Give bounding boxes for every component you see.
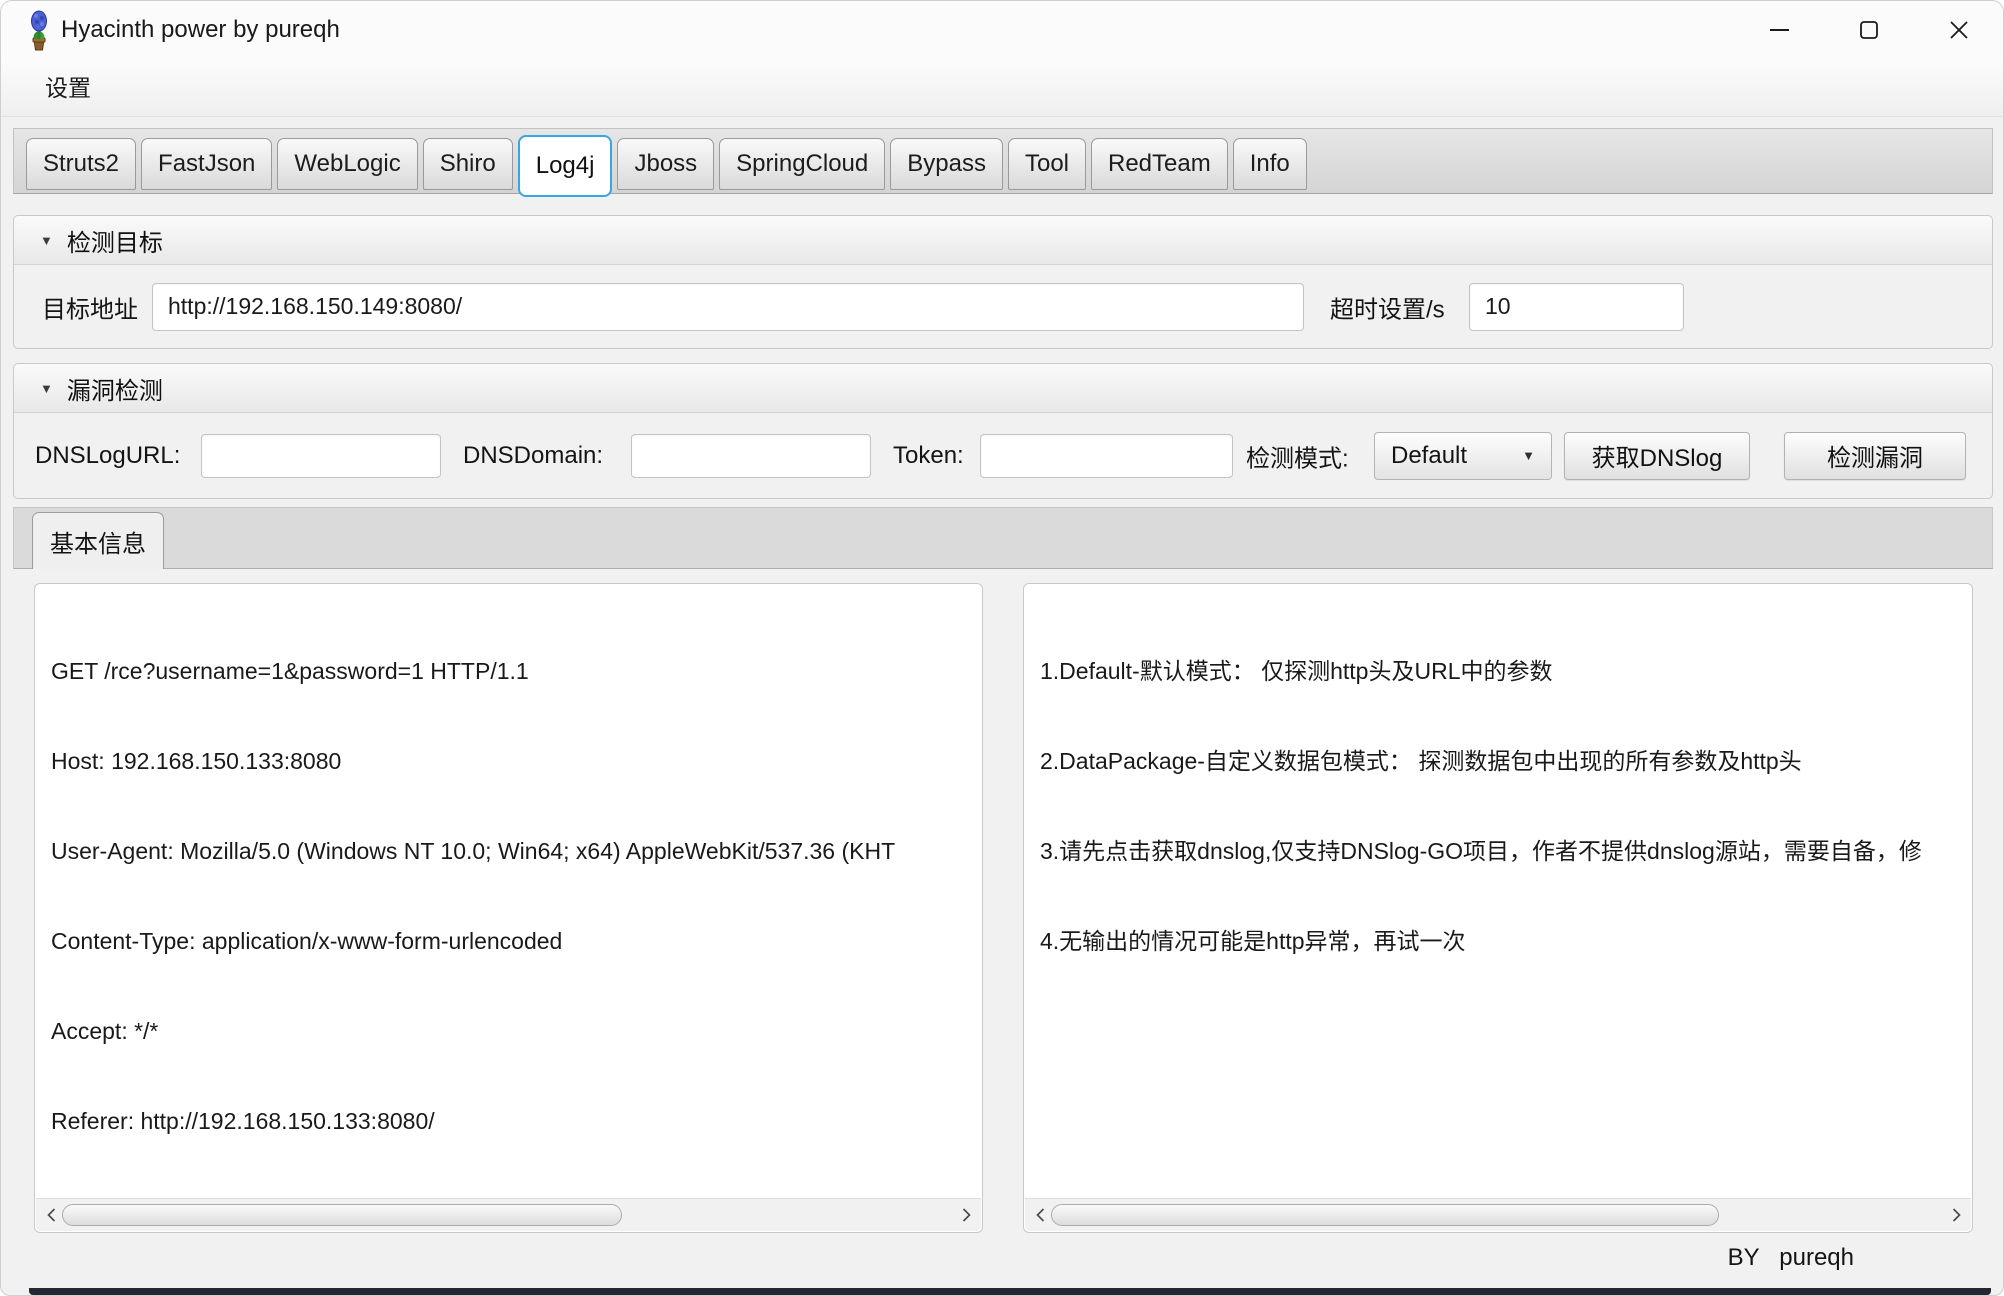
target-address-input[interactable] [152,283,1304,331]
detect-mode-label: 检测模式: [1246,438,1349,473]
request-line: Host: 192.168.150.133:8080 [51,746,978,776]
target-group: ▼ 检测目标 目标地址 超时设置/s [13,215,1993,349]
dnslogurl-input[interactable] [201,434,441,478]
request-text-pane[interactable]: GET /rce?username=1&password=1 HTTP/1.1 … [34,583,983,1233]
vuln-group-body: DNSLogURL: DNSDomain: Token: 检测模式: Defau… [14,413,1992,498]
chevron-left-icon [1035,1207,1046,1223]
titlebar: Hyacinth power by pureqh [1,1,2003,59]
request-text: GET /rce?username=1&password=1 HTTP/1.1 … [51,596,978,1192]
dnslogurl-label: DNSLogURL: [35,442,180,470]
help-text: 1.Default-默认模式： 仅探测http头及URL中的参数 2.DataP… [1040,596,1968,1192]
vuln-group-header[interactable]: ▼ 漏洞检测 [14,364,1992,413]
target-group-title: 检测目标 [67,223,163,258]
collapse-arrow-icon: ▼ [40,233,53,248]
main-tabstrip: Struts2 FastJson WebLogic Shiro Log4j Jb… [13,128,1993,194]
tab-jboss[interactable]: Jboss [617,138,714,190]
chevron-right-icon [961,1207,972,1223]
scroll-right-button[interactable] [951,1199,981,1231]
tab-tool[interactable]: Tool [1008,138,1086,190]
request-line: User-Agent: Mozilla/5.0 (Windows NT 10.0… [51,836,978,866]
minimize-icon [1770,29,1789,31]
chevron-down-icon: ▼ [1522,448,1535,463]
maximize-button[interactable] [1841,1,1897,59]
minimize-button[interactable] [1751,1,1807,59]
help-line: 4.无输出的情况可能是http异常，再试一次 [1040,926,1968,956]
tab-basic-info[interactable]: 基本信息 [32,512,164,569]
menu-item-settings[interactable]: 设置 [39,59,97,117]
vuln-group-title: 漏洞检测 [67,371,163,406]
scroll-right-button[interactable] [1941,1199,1971,1231]
detect-vuln-button[interactable]: 检测漏洞 [1784,432,1966,480]
tab-struts2[interactable]: Struts2 [26,138,136,190]
timeout-label: 超时设置/s [1330,289,1445,324]
info-tabstrip: 基本信息 [13,507,1993,569]
menubar: 设置 [1,59,2003,117]
help-text-pane[interactable]: 1.Default-默认模式： 仅探测http头及URL中的参数 2.DataP… [1023,583,1973,1233]
request-line: GET /rce?username=1&password=1 HTTP/1.1 [51,656,978,686]
chevron-left-icon [46,1207,57,1223]
app-window: Hyacinth power by pureqh 设置 Struts2 Fast [0,0,2004,1296]
scrollbar-thumb[interactable] [62,1204,622,1226]
token-input[interactable] [980,434,1233,478]
window-title: Hyacinth power by pureqh [61,1,340,59]
get-dnslog-button[interactable]: 获取DNSlog [1564,432,1750,480]
help-line: 2.DataPackage-自定义数据包模式： 探测数据包中出现的所有参数及ht… [1040,746,1968,776]
token-label: Token: [893,442,964,470]
detect-mode-value: Default [1391,442,1467,470]
request-line: Content-Type: application/x-www-form-url… [51,926,978,956]
help-line: 3.请先点击获取dnslog,仅支持DNSlog-GO项目，作者不提供dnslo… [1040,836,1968,866]
target-group-header[interactable]: ▼ 检测目标 [14,216,1992,265]
main-tabs: Struts2 FastJson WebLogic Shiro Log4j Jb… [14,129,1992,193]
collapse-arrow-icon: ▼ [40,381,53,396]
tab-info[interactable]: Info [1233,138,1307,190]
chevron-right-icon [1951,1207,1962,1223]
target-group-body: 目标地址 超时设置/s [14,265,1992,348]
tab-redteam[interactable]: RedTeam [1091,138,1228,190]
scrollbar-thumb[interactable] [1051,1204,1719,1226]
request-line: Referer: http://192.168.150.133:8080/ [51,1106,978,1136]
horizontal-scrollbar[interactable] [1025,1198,1971,1231]
horizontal-scrollbar[interactable] [36,1198,981,1231]
close-icon [1949,20,1969,40]
vuln-group: ▼ 漏洞检测 DNSLogURL: DNSDomain: Token: 检测模式… [13,363,1993,499]
dnsdomain-input[interactable] [631,434,871,478]
tab-bypass[interactable]: Bypass [890,138,1003,190]
dnsdomain-label: DNSDomain: [463,442,603,470]
hyacinth-app-icon [25,9,53,51]
window-bottom-edge [29,1288,1991,1295]
target-address-label: 目标地址 [42,289,138,324]
window-controls [1751,1,1987,59]
footer-credit: BY pureqh [1728,1244,1854,1272]
tab-weblogic[interactable]: WebLogic [277,138,417,190]
detect-mode-combobox[interactable]: Default ▼ [1374,432,1552,480]
tab-shiro[interactable]: Shiro [423,138,513,190]
maximize-icon [1859,20,1879,40]
request-line: Accept: */* [51,1016,978,1046]
tab-springcloud[interactable]: SpringCloud [719,138,885,190]
close-button[interactable] [1931,1,1987,59]
tab-log4j[interactable]: Log4j [518,135,613,197]
help-line: 1.Default-默认模式： 仅探测http头及URL中的参数 [1040,656,1968,686]
timeout-input[interactable] [1469,283,1684,331]
tab-fastjson[interactable]: FastJson [141,138,272,190]
